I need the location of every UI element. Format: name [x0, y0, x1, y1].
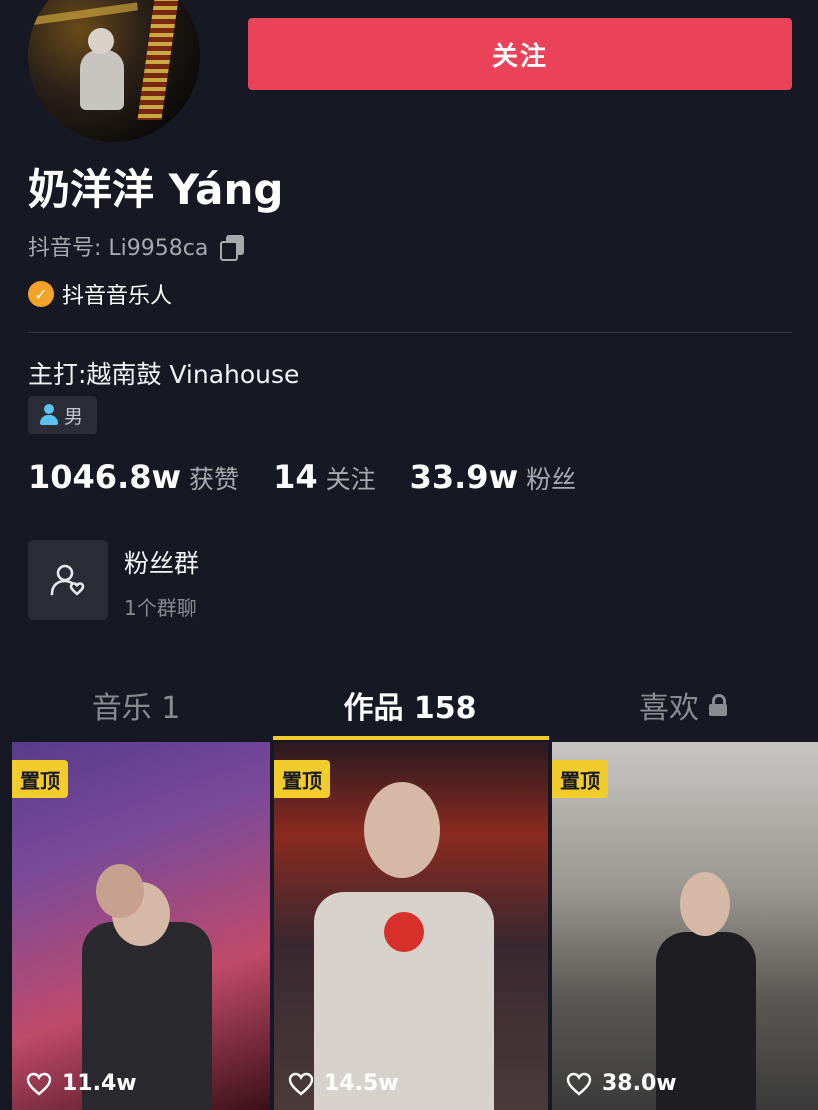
video-thumbnail[interactable]: 置顶 38.0w — [552, 742, 818, 1110]
video-grid: 置顶 11.4w 置顶 14.5w 置顶 38.0w — [0, 742, 818, 1110]
stat-value: 33.9w — [409, 458, 519, 496]
gender-label: 男 — [64, 405, 84, 428]
tab-likes[interactable]: 喜欢 — [548, 672, 818, 738]
pinned-badge: 置顶 — [552, 760, 608, 798]
stats-row: 1046.8w 获赞 14 关注 33.9w 粉丝 — [28, 458, 610, 496]
video-thumbnail[interactable]: 置顶 14.5w — [274, 742, 548, 1110]
heart-icon — [566, 1072, 592, 1096]
video-likes-count: 38.0w — [602, 1071, 677, 1096]
douyin-id: 抖音号: Li9958ca — [28, 230, 245, 262]
heart-icon — [288, 1072, 314, 1096]
genre-text: 主打:越南鼓 Vinahouse — [28, 360, 300, 389]
fan-group-title: 粉丝群 — [124, 549, 200, 578]
follow-button[interactable]: 关注 — [248, 18, 792, 90]
tab-music-label: 音乐 1 — [91, 691, 181, 726]
tab-music[interactable]: 音乐 1 — [0, 672, 272, 738]
verified-badge: ✓ 抖音音乐人 — [28, 278, 172, 310]
video-likes: 38.0w — [566, 1071, 677, 1096]
copy-icon[interactable] — [220, 235, 245, 261]
pinned-badge: 置顶 — [12, 760, 68, 798]
video-thumbnail[interactable]: 置顶 11.4w — [12, 742, 270, 1110]
tab-likes-label: 喜欢 — [639, 691, 699, 726]
douyin-id-text: 抖音号: Li9958ca — [28, 236, 209, 261]
fan-group-icon — [28, 540, 108, 620]
stat-likes[interactable]: 1046.8w 获赞 — [28, 458, 239, 496]
video-likes-count: 11.4w — [62, 1071, 137, 1096]
stat-followers[interactable]: 33.9w 粉丝 — [410, 458, 577, 496]
video-likes: 11.4w — [26, 1071, 137, 1096]
lock-icon — [709, 694, 727, 716]
video-likes-count: 14.5w — [324, 1071, 399, 1096]
profile-name: 奶洋洋 Yáng — [28, 165, 284, 214]
person-icon — [38, 403, 60, 427]
tab-works[interactable]: 作品 158 — [272, 672, 548, 738]
fan-group[interactable]: 粉丝群 1个群聊 — [28, 540, 199, 621]
stat-following[interactable]: 14 关注 — [273, 458, 376, 496]
pinned-badge: 置顶 — [274, 760, 330, 798]
divider — [28, 332, 792, 333]
avatar[interactable] — [28, 0, 200, 142]
stat-label: 获赞 — [189, 465, 240, 494]
video-likes: 14.5w — [288, 1071, 399, 1096]
stat-value: 14 — [273, 458, 318, 496]
fan-group-subtitle: 1个群聊 — [124, 596, 197, 620]
tab-indicator — [273, 736, 549, 740]
gender-tag: 男 — [28, 396, 98, 434]
stat-label: 粉丝 — [526, 465, 577, 494]
profile-tabs: 音乐 1 作品 158 喜欢 — [0, 672, 818, 738]
heart-icon — [26, 1072, 52, 1096]
check-icon: ✓ — [28, 281, 54, 307]
stat-value: 1046.8w — [28, 458, 182, 496]
tab-works-label: 作品 158 — [343, 691, 477, 726]
stat-label: 关注 — [325, 465, 376, 494]
verified-label: 抖音音乐人 — [62, 284, 173, 309]
